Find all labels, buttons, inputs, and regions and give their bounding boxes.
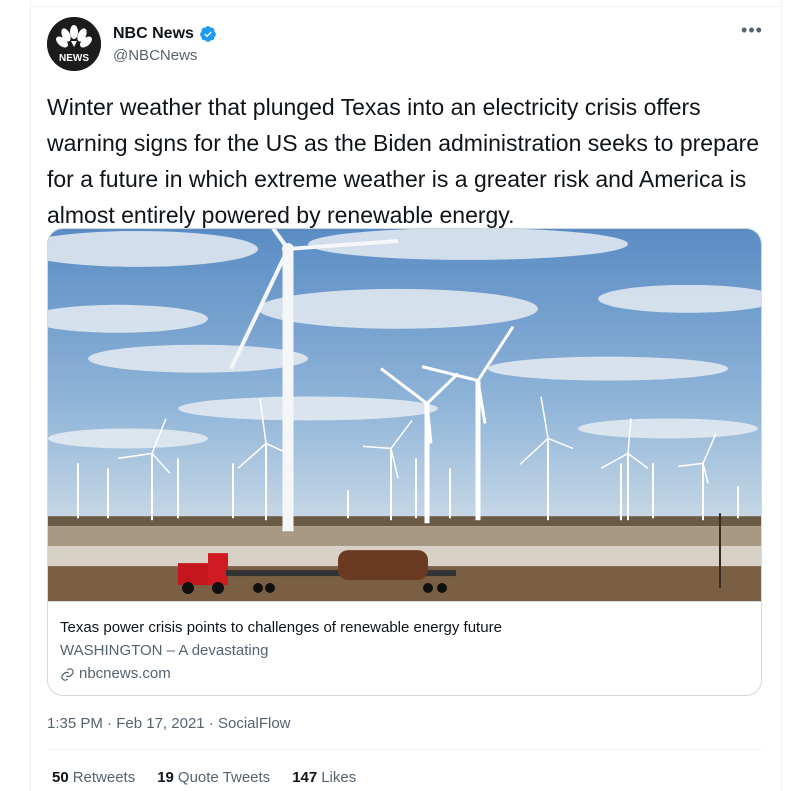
card-body[interactable]: Texas power crisis points to challenges …	[60, 618, 750, 684]
stats-divider	[47, 749, 762, 750]
card-description: WASHINGTON – A devastating	[60, 642, 269, 659]
card-domain-label[interactable]: nbcnews.com	[79, 664, 171, 684]
avatar[interactable]: NEWS	[47, 17, 101, 71]
quote-tweets-stat[interactable]: 19 Quote Tweets	[157, 769, 270, 786]
more-options-button[interactable]: •••	[738, 20, 766, 44]
author-handle[interactable]: @NBCNews	[113, 47, 197, 64]
card-domain[interactable]: nbcnews.com	[60, 664, 750, 684]
tweet-meta: 1:35 PM · Feb 17, 2021 · SocialFlow	[47, 715, 291, 732]
quotes-count: 19	[157, 769, 174, 786]
retweets-count: 50	[52, 769, 69, 786]
likes-count: 147	[292, 769, 318, 786]
retweets-stat[interactable]: 50 Retweets	[52, 769, 135, 786]
link-card[interactable]: Texas power crisis points to challenges …	[47, 228, 762, 696]
author-name[interactable]: NBC News	[113, 25, 217, 43]
card-image[interactable]	[48, 229, 762, 602]
tweet-date[interactable]: Feb 17, 2021	[116, 715, 204, 732]
author-name-label[interactable]: NBC News	[113, 25, 194, 43]
avatar-text: NEWS	[59, 53, 89, 64]
quotes-label: Quote Tweets	[177, 769, 271, 786]
link-icon	[61, 667, 74, 681]
retweets-label: Retweets	[72, 769, 136, 786]
tweet-stats: 50 Retweets 19 Quote Tweets 147 Likes	[52, 769, 356, 786]
meta-separator: ·	[208, 715, 218, 732]
top-divider	[30, 6, 782, 7]
likes-label: Likes	[321, 769, 357, 786]
card-title[interactable]: Texas power crisis points to challenges …	[60, 618, 750, 638]
likes-stat[interactable]: 147 Likes	[292, 769, 356, 786]
verified-badge-icon	[200, 26, 216, 42]
tweet-source[interactable]: SocialFlow	[218, 715, 291, 732]
nbc-peacock-logo: NEWS	[47, 17, 101, 71]
tweet-time[interactable]: 1:35 PM	[47, 715, 103, 732]
meta-separator: ·	[107, 715, 117, 732]
tweet-text: Winter weather that plunged Texas into a…	[47, 94, 760, 228]
